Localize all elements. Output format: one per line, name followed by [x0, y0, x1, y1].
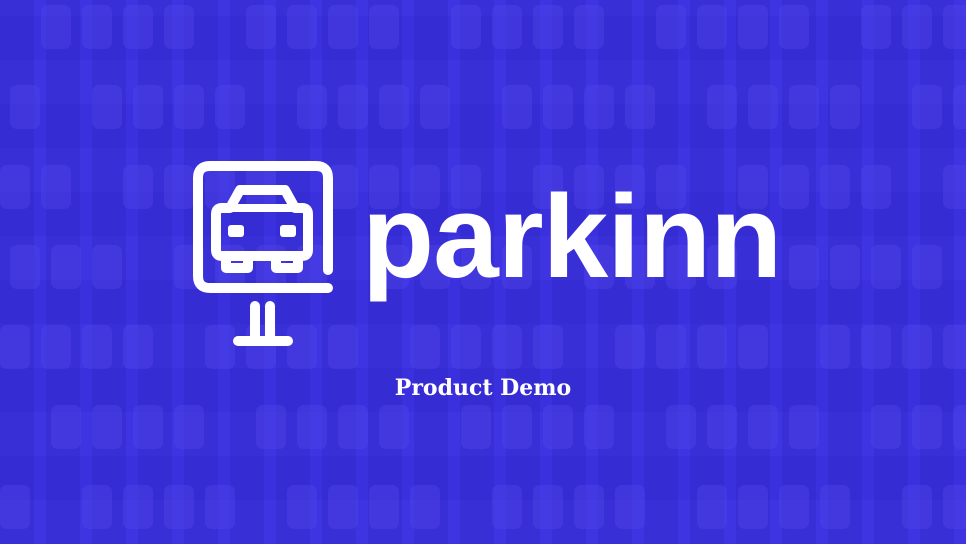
subtitle: Product Demo: [394, 375, 572, 401]
brand-name: parkinn: [362, 171, 782, 303]
parking-sign-car-icon: [193, 161, 333, 346]
